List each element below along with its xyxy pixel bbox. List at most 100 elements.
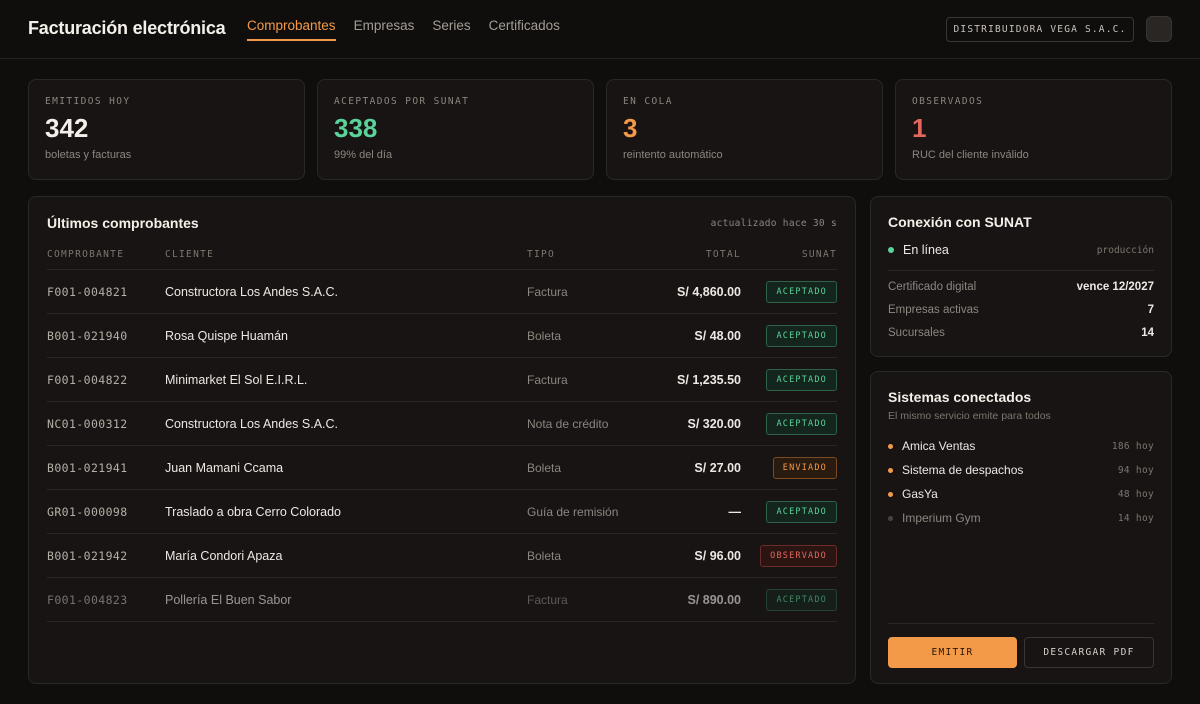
status-badge: ACEPTADO xyxy=(766,325,837,347)
table-row[interactable]: NC01-000312 Constructora Los Andes S.A.C.… xyxy=(47,402,837,446)
status-badge: ACEPTADO xyxy=(766,413,837,435)
stat-label: EN COLA xyxy=(623,96,673,107)
status-badge: ACEPTADO xyxy=(766,369,837,391)
total-amount: S/ 320.00 xyxy=(687,417,741,431)
stat-card-emitidos: EMITIDOS HOY 342 boletas y facturas xyxy=(28,79,305,180)
stat-value: 342 xyxy=(45,113,89,143)
document-type: Boleta xyxy=(527,329,562,343)
document-type: Boleta xyxy=(527,461,562,475)
panel-subtitle: El mismo servicio emite para todos xyxy=(888,410,1051,422)
stat-label: ACEPTADOS POR SUNAT xyxy=(334,96,470,107)
tab-comprobantes[interactable]: Comprobantes xyxy=(247,18,336,41)
stat-card-aceptados: ACEPTADOS POR SUNAT 338 99% del día xyxy=(317,79,594,180)
panel-title: Últimos comprobantes xyxy=(47,215,199,231)
info-value: 14 xyxy=(1141,327,1154,339)
table-row[interactable]: F001-004821 Constructora Los Andes S.A.C.… xyxy=(47,270,837,314)
bullet-icon xyxy=(888,491,893,497)
system-name: Sistema de despachos xyxy=(902,463,1024,477)
system-item[interactable]: Sistema de despachos 94 hoy xyxy=(888,462,1154,478)
status-cell: ACEPTADO xyxy=(766,490,837,534)
table-row[interactable]: F001-004823 Pollería El Buen Sabor Factura… xyxy=(47,578,837,622)
stat-sub: 99% del día xyxy=(334,149,393,161)
info-key: Empresas activas xyxy=(888,304,979,316)
total-amount: S/ 4,860.00 xyxy=(677,285,741,299)
client-name: Rosa Quispe Huamán xyxy=(165,329,288,343)
invoice-number: B001-021942 xyxy=(47,549,128,563)
total-amount: S/ 48.00 xyxy=(694,329,741,343)
system-item[interactable]: Amica Ventas 186 hoy xyxy=(888,438,1154,454)
panel-title: Conexión con SUNAT xyxy=(888,214,1032,230)
client-name: María Condori Apaza xyxy=(165,549,283,563)
system-item[interactable]: GasYa 48 hoy xyxy=(888,486,1154,502)
client-name: Juan Mamani Ccama xyxy=(165,461,284,475)
document-type: Guía de remisión xyxy=(527,505,619,519)
system-count: 48 hoy xyxy=(1117,488,1154,500)
column-header-comprobante: COMPROBANTE xyxy=(47,249,125,260)
total-amount: S/ 1,235.50 xyxy=(677,373,741,387)
column-header-cliente: CLIENTE xyxy=(165,249,215,260)
divider xyxy=(888,623,1154,624)
column-header-total: TOTAL xyxy=(705,249,741,260)
download-pdf-button[interactable]: DESCARGAR PDF xyxy=(1024,637,1154,668)
stat-value: 3 xyxy=(623,113,638,143)
status-badge: ENVIADO xyxy=(772,457,837,479)
system-name: GasYa xyxy=(902,487,938,501)
system-count: 186 hoy xyxy=(1111,440,1154,452)
status-cell: ACEPTADO xyxy=(766,578,837,622)
table-row[interactable]: B001-021942 María Condori Apaza Boleta S/ 9… xyxy=(47,534,837,578)
column-header-sunat: SUNAT xyxy=(801,249,837,260)
connection-status: En línea producción xyxy=(888,243,1154,257)
system-item[interactable]: Imperium Gym 14 hoy xyxy=(888,510,1154,526)
total-amount: S/ 890.00 xyxy=(687,593,741,607)
stat-card-observados: OBSERVADOS 1 RUC del cliente inválido xyxy=(895,79,1172,180)
environment-label: producción xyxy=(1096,244,1154,256)
total-amount: — xyxy=(728,505,742,519)
document-type: Factura xyxy=(527,285,568,299)
table-row[interactable]: GR01-000098 Traslado a obra Cerro Colorad… xyxy=(47,490,837,534)
stat-sub: boletas y facturas xyxy=(45,149,132,161)
main-nav: Comprobantes Empresas Series Certificado… xyxy=(247,18,560,41)
table-row[interactable]: B001-021940 Rosa Quispe Huamán Boleta S/ 48… xyxy=(47,314,837,358)
bullet-icon xyxy=(888,443,893,449)
invoice-number: NC01-000312 xyxy=(47,417,128,431)
document-type: Nota de crédito xyxy=(527,417,609,431)
stat-label: OBSERVADOS xyxy=(912,96,984,107)
emit-button[interactable]: EMITIR xyxy=(888,637,1017,668)
tab-certificados[interactable]: Certificados xyxy=(489,18,560,41)
info-value: vence 12/2027 xyxy=(1076,281,1154,293)
company-selector[interactable]: DISTRIBUIDORA VEGA S.A.C. xyxy=(946,17,1134,42)
invoice-number: F001-004821 xyxy=(47,285,128,299)
info-row-sucursales: Sucursales 14 xyxy=(888,327,1154,339)
column-header-tipo: TIPO xyxy=(527,249,556,260)
client-name: Pollería El Buen Sabor xyxy=(165,593,292,607)
invoices-panel: Últimos comprobantes actualizado hace 30… xyxy=(28,196,856,684)
panel-title: Sistemas conectados xyxy=(888,389,1032,405)
status-badge: ACEPTADO xyxy=(766,589,837,611)
status-badge: ACEPTADO xyxy=(766,501,837,523)
tab-empresas[interactable]: Empresas xyxy=(354,18,415,41)
status-cell: ACEPTADO xyxy=(766,358,837,402)
document-type: Factura xyxy=(527,593,568,607)
info-key: Certificado digital xyxy=(888,281,977,293)
tab-series[interactable]: Series xyxy=(432,18,470,41)
avatar[interactable] xyxy=(1146,16,1172,42)
sunat-panel: Conexión con SUNAT En línea producción C… xyxy=(870,196,1172,357)
table-row[interactable]: B001-021941 Juan Mamani Ccama Boleta S/ 27.… xyxy=(47,446,837,490)
invoice-number: B001-021941 xyxy=(47,461,128,475)
bullet-icon xyxy=(888,467,893,473)
table-row[interactable]: F001-004822 Minimarket El Sol E.I.R.L. Fac… xyxy=(47,358,837,402)
status-cell: OBSERVADO xyxy=(760,534,837,578)
info-row-empresas: Empresas activas 7 xyxy=(888,304,1154,316)
app-title: Facturación electrónica xyxy=(28,18,226,38)
status-cell: ACEPTADO xyxy=(766,402,837,446)
stat-label: EMITIDOS HOY xyxy=(45,96,131,107)
client-name: Constructora Los Andes S.A.C. xyxy=(165,285,339,299)
document-type: Factura xyxy=(527,373,568,387)
stat-value: 338 xyxy=(334,113,378,143)
info-key: Sucursales xyxy=(888,327,945,339)
system-name: Amica Ventas xyxy=(902,439,976,453)
status-dot-icon xyxy=(888,247,894,253)
status-badge: ACEPTADO xyxy=(766,281,837,303)
system-count: 94 hoy xyxy=(1117,464,1154,476)
stat-sub: reintento automático xyxy=(623,149,723,161)
